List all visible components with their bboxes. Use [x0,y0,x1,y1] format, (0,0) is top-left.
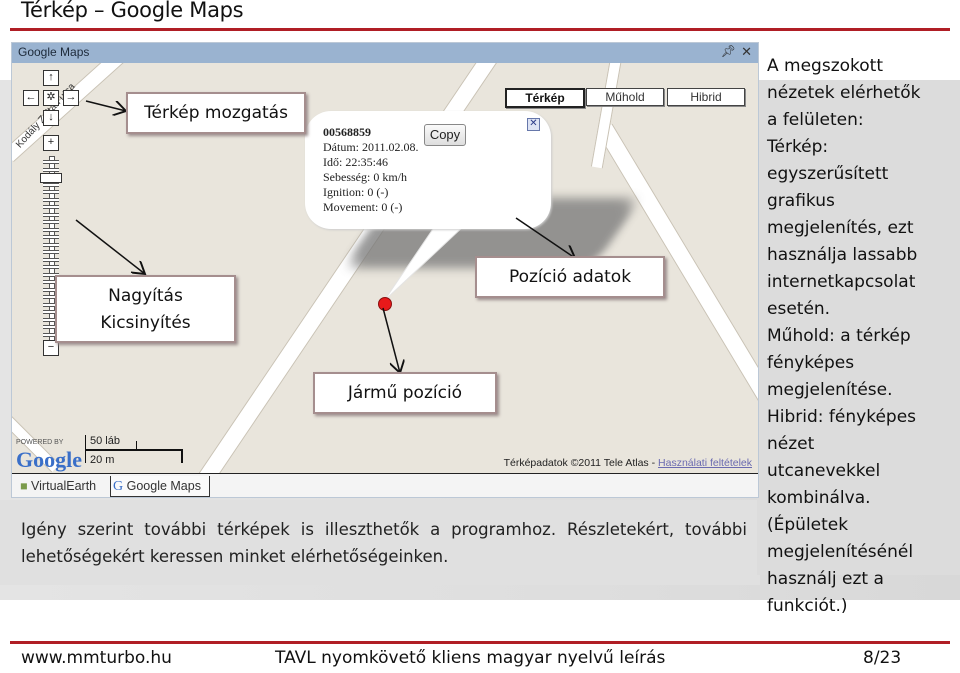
arrow-vehicle [382,307,400,373]
arrow-pan [85,100,126,111]
footer-document-title: TAVL nyomkövető kliens magyar nyelvű leí… [275,648,666,668]
side-text-line: Műhold: a térkép [767,326,911,346]
side-text-line: megjelenítésénél [767,542,914,562]
callout-position-data: Pozíció adatok [475,256,665,298]
callout-zoom-line1: Nagyítás [108,286,183,306]
callout-zoom-line2: Kicsinyítés [100,313,191,333]
side-text-line: internetkapcsolat [767,272,916,292]
side-description: A megszokott nézetek elérhetők a felületen… [767,53,957,620]
side-text-line: egyszerűsített [767,164,889,184]
side-text-line: funkciót.) [767,596,848,616]
footer-divider [10,641,950,644]
side-text-line: használj ezt a [767,569,884,589]
footer-website[interactable]: www.mmturbo.hu [21,648,172,668]
side-text-line: megjelenítés, ezt [767,218,914,238]
side-text-line: kombinálva. [767,488,871,508]
footer-page-number: 8/23 [863,648,902,668]
side-text-line: nézetek elérhetők [767,83,921,103]
side-text-line: utcanevekkel [767,461,881,481]
callout-pan: Térkép mozgatás [126,92,306,134]
side-text-line: használja lassabb [767,245,918,265]
callout-vehicle-position: Jármű pozíció [313,372,497,414]
side-text-line: fényképes [767,353,855,373]
side-text-line: esetén. [767,299,831,319]
side-text-line: Hibrid: fényképes [767,407,917,427]
side-text-line: megjelenítése. [767,380,893,400]
caption-text: Igény szerint további térképek is illesz… [21,520,747,566]
callout-arrows [75,100,760,500]
side-text-line: grafikus [767,191,835,211]
side-text-line: A megszokott [767,56,883,76]
side-text-line: (Épületek [767,515,849,535]
arrow-position-data [515,217,575,258]
side-text-line: a felületen: [767,110,864,130]
arrow-zoom [75,219,145,274]
callout-zoom: Nagyítás Kicsinyítés [55,275,236,343]
side-text-line: Térkép: [767,137,829,157]
side-text-line: nézet [767,434,815,454]
